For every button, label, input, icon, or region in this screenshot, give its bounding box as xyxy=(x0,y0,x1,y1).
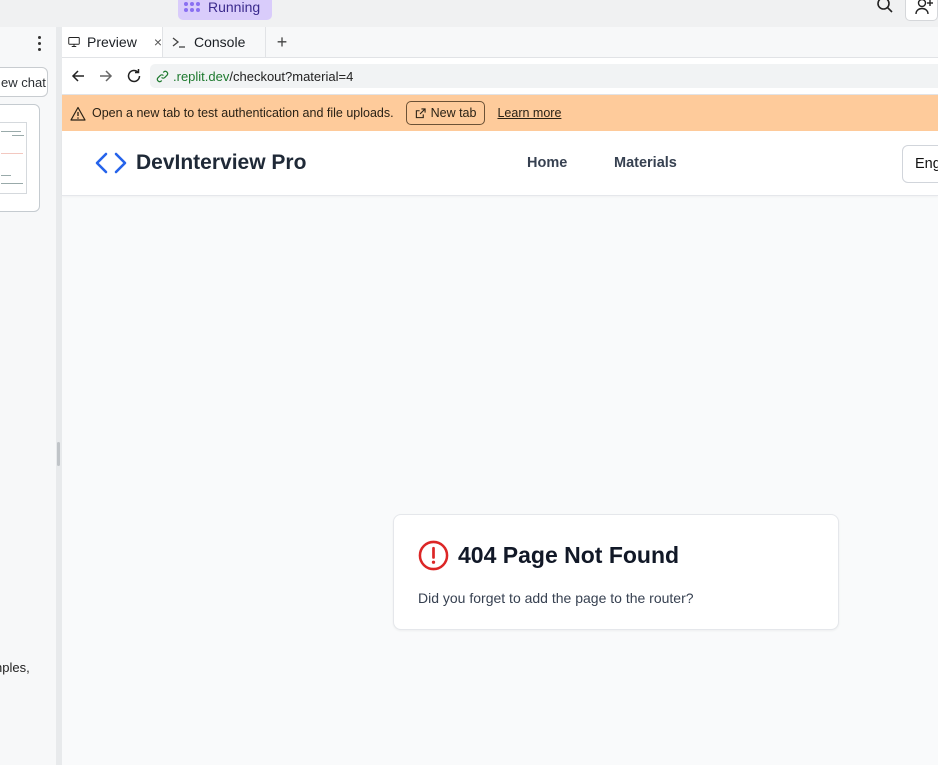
preview-tab-bar: Preview × Console + xyxy=(62,27,938,58)
language-select[interactable]: English xyxy=(902,145,938,183)
resize-handle[interactable] xyxy=(57,442,60,466)
brand-name: DevInterview Pro xyxy=(136,151,307,174)
nav-link-materials[interactable]: Materials xyxy=(614,155,677,171)
running-dots-icon xyxy=(184,2,200,12)
learn-more-link[interactable]: Learn more xyxy=(497,106,561,120)
app-viewport xyxy=(62,131,938,765)
tab-console-label: Console xyxy=(194,34,246,50)
terminal-icon xyxy=(172,37,185,48)
invite-user-button[interactable] xyxy=(905,0,938,21)
chat-message-snippet: nples, xyxy=(0,660,30,675)
not-found-message: Did you forget to add the page to the ro… xyxy=(418,590,694,606)
url-bar[interactable]: .replit.dev/checkout?material=4 xyxy=(150,64,938,88)
run-status-button[interactable]: Running xyxy=(178,0,272,20)
reload-icon xyxy=(127,69,141,83)
new-tab-button[interactable]: New tab xyxy=(405,101,486,125)
url-path: /checkout?material=4 xyxy=(229,68,354,84)
close-icon[interactable]: × xyxy=(154,34,162,50)
tab-preview[interactable]: Preview × xyxy=(62,27,163,57)
add-tab-button[interactable]: + xyxy=(272,27,292,57)
brand-logo[interactable]: DevInterview Pro xyxy=(95,151,306,175)
tab-console[interactable]: Console xyxy=(163,27,266,57)
nav-link-home[interactable]: Home xyxy=(527,155,567,171)
monitor-icon xyxy=(68,37,80,47)
arrow-left-icon xyxy=(71,70,84,82)
banner-message: Open a new tab to test authentication an… xyxy=(92,106,394,120)
browser-nav-bar: .replit.dev/checkout?material=4 xyxy=(62,58,938,95)
not-found-card: 404 Page Not Found Did you forget to add… xyxy=(393,514,839,630)
workspace-topbar xyxy=(0,0,938,27)
back-button[interactable] xyxy=(69,67,87,85)
more-options-icon[interactable] xyxy=(33,34,45,52)
run-status-label: Running xyxy=(208,0,261,15)
language-label: English xyxy=(915,156,938,172)
tab-preview-label: Preview xyxy=(87,34,137,50)
forward-button[interactable] xyxy=(97,67,115,85)
add-user-icon xyxy=(915,0,933,15)
link-icon xyxy=(156,70,169,82)
code-brackets-icon xyxy=(95,152,127,174)
url-host: .replit.dev xyxy=(173,68,230,84)
info-banner: Open a new tab to test authentication an… xyxy=(62,95,938,131)
new-tab-label: New tab xyxy=(430,106,477,120)
arrow-right-icon xyxy=(100,70,113,82)
not-found-title: 404 Page Not Found xyxy=(458,542,680,568)
search-icon[interactable] xyxy=(876,0,894,14)
plus-icon: + xyxy=(276,31,288,52)
preview-thumbnail-image xyxy=(0,122,27,194)
not-found-heading: 404 Page Not Found xyxy=(418,540,679,571)
app-header: DevInterview Pro Home Materials English xyxy=(62,131,938,196)
warning-icon xyxy=(70,106,86,121)
external-link-icon xyxy=(415,107,426,118)
new-chat-label: ew chat xyxy=(1,74,46,90)
new-chat-button[interactable]: ew chat xyxy=(0,67,48,97)
reload-button[interactable] xyxy=(125,67,143,85)
alert-circle-icon xyxy=(418,540,449,571)
